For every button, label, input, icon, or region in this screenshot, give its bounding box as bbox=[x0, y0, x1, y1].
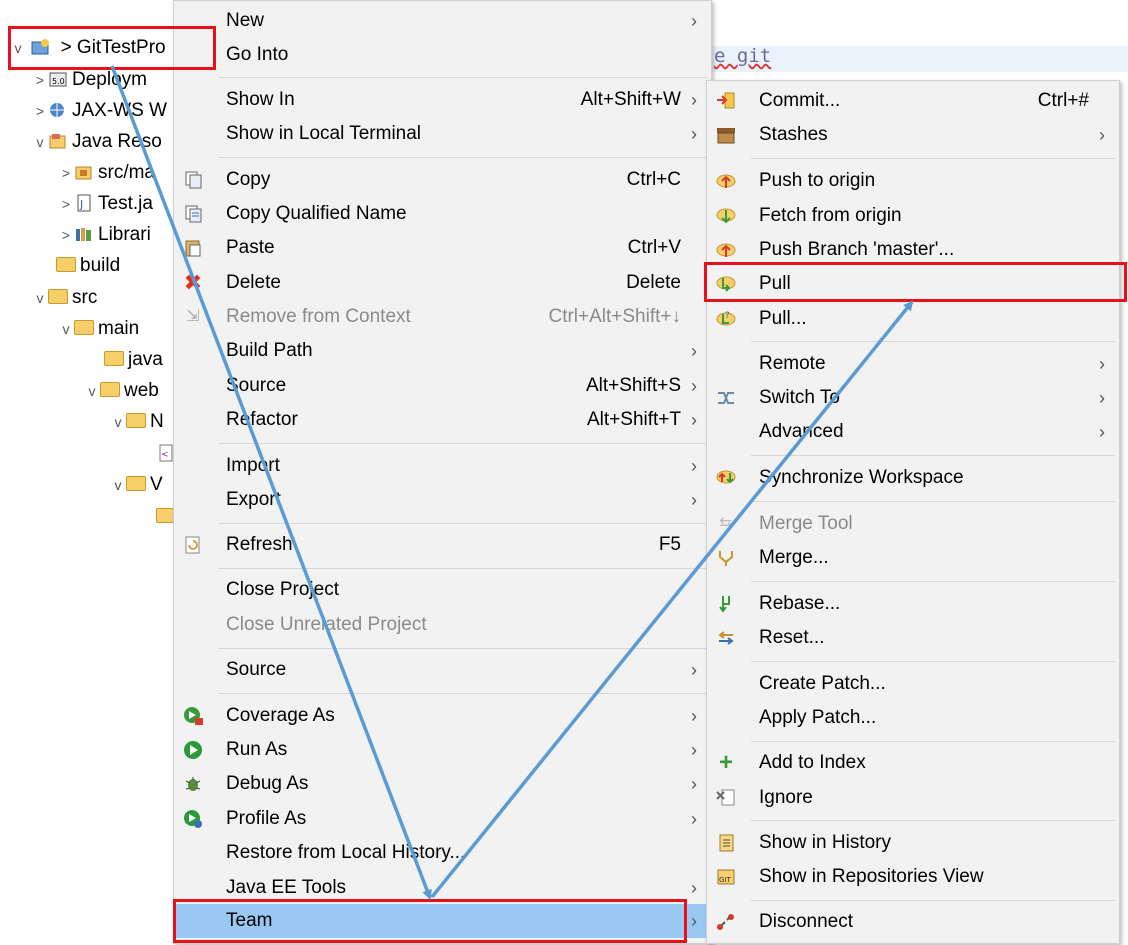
annotation-arrow-project-to-team bbox=[110, 65, 432, 900]
annotation-arrows bbox=[110, 65, 914, 900]
annotation-arrow-team-to-pull bbox=[430, 300, 914, 899]
